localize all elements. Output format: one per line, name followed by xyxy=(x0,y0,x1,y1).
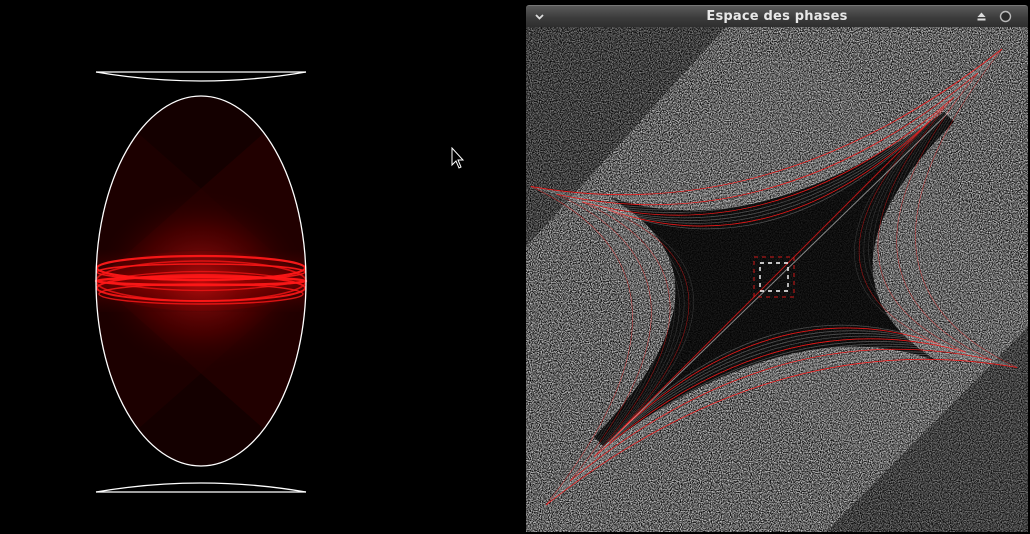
billiard-view[interactable] xyxy=(0,0,520,534)
window-titlebar[interactable]: Espace des phases xyxy=(526,5,1028,27)
glow-core xyxy=(96,251,306,311)
desktop: Espace des phases xyxy=(0,0,1030,534)
window-shade-button[interactable] xyxy=(974,9,989,24)
eject-icon xyxy=(977,12,986,21)
phase-space-canvas[interactable] xyxy=(526,27,1028,532)
window-close-button[interactable] xyxy=(998,9,1013,24)
phase-space-window[interactable]: Espace des phases xyxy=(526,5,1028,532)
arrow-pointer-icon xyxy=(451,147,465,169)
billiard-canvas xyxy=(94,71,308,493)
window-title: Espace des phases xyxy=(706,9,848,24)
circle-close-icon xyxy=(999,10,1012,23)
phase-space-plot xyxy=(526,27,1028,532)
